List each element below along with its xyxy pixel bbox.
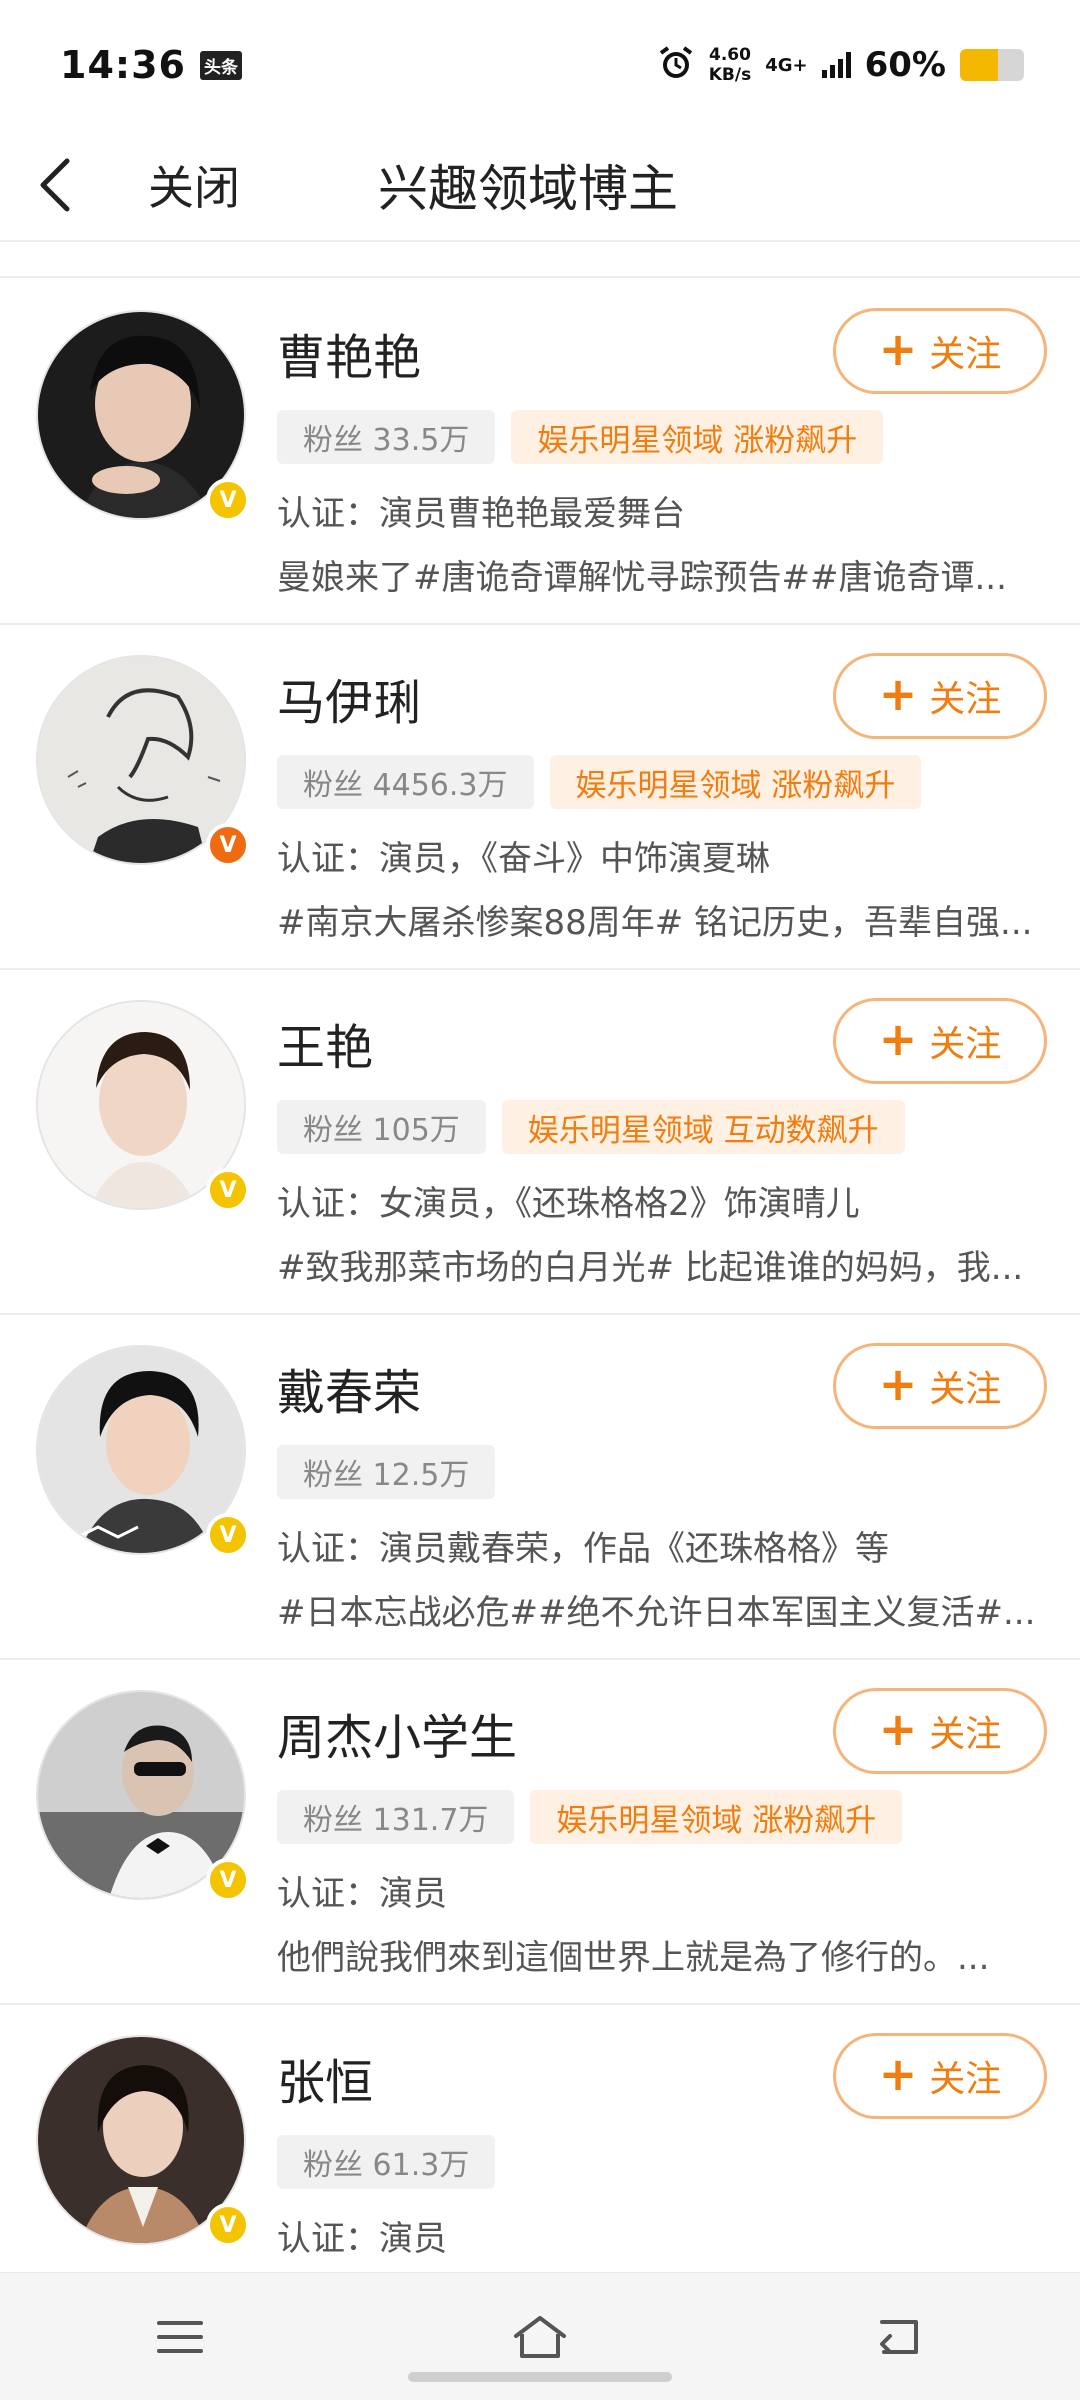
blogger-name[interactable]: 马伊琍 [277,663,421,733]
net-speed: 4.60 KB/s [708,45,752,85]
plus-icon: + [878,322,918,376]
fans-count-tag: 粉丝 61.3万 [277,2135,496,2189]
field-tag: 娱乐明星领域 涨粉飙升 [549,755,922,809]
status-time: 14:36 [60,43,186,87]
nav-bar: 关闭 兴趣领域博主 [0,130,1080,242]
verification-text: 认证：演员戴春荣，作品《还珠格格》等 [277,1529,889,1569]
follow-button[interactable]: + 关注 [833,2033,1047,2119]
verified-badge-icon: V [206,1168,250,1212]
verification-text: 认证：演员 [277,2219,447,2259]
fans-count-tag: 粉丝 33.5万 [277,410,496,464]
avatar[interactable]: V [36,655,250,867]
verification-text: 认证：演员，《奋斗》中饰演夏琳 [277,839,770,879]
fans-count-tag: 粉丝 105万 [277,1100,486,1154]
avatar[interactable]: V [36,1000,250,1212]
fans-count-tag: 粉丝 4456.3万 [277,755,534,809]
section-divider [0,244,1080,278]
blogger-name[interactable]: 周杰小学生 [277,1698,517,1768]
follow-button[interactable]: + 关注 [833,308,1047,394]
blogger-card[interactable]: V 周杰小学生 + 关注 粉丝 131.7万 娱乐明星领域 涨粉飙升 认证：演员… [0,1660,1080,2005]
latest-post-text: 他們說我們來到這個世界上就是為了修行的。... [277,1938,990,1978]
blogger-card[interactable]: V 戴春荣 + 关注 粉丝 12.5万 认证：演员戴春荣，作品《还珠格格》等 #… [0,1315,1080,1660]
fans-count-tag: 粉丝 12.5万 [277,1445,496,1499]
blogger-name[interactable]: 王艳 [277,1008,373,1078]
home-icon[interactable] [480,2292,600,2382]
menu-icon[interactable] [120,2292,240,2382]
blogger-name[interactable]: 戴春荣 [277,1353,421,1423]
app-notification-badge: 头条 [199,50,242,80]
home-indicator [408,2372,672,2382]
alarm-icon [657,44,695,86]
verification-text: 认证：演员曹艳艳最爱舞台 [277,494,685,534]
latest-post-text: #致我那菜市场的白月光# 比起谁谁的妈妈，我... [277,1248,1024,1288]
follow-button[interactable]: + 关注 [833,653,1047,739]
system-nav-bar [0,2272,1080,2400]
avatar[interactable]: V [36,1345,250,1557]
page-title: 兴趣领域博主 [378,160,678,218]
verified-badge-icon: V [206,823,250,867]
follow-button[interactable]: + 关注 [833,1688,1047,1774]
battery-icon [960,49,1024,81]
blogger-name[interactable]: 曹艳艳 [277,318,421,388]
blogger-card[interactable]: V 王艳 + 关注 粉丝 105万 娱乐明星领域 互动数飙升 认证：女演员，《还… [0,970,1080,1315]
field-tag: 娱乐明星领域 涨粉飙升 [530,1790,903,1844]
latest-post-text: #日本忘战必危##绝不允许日本军国主义复活#... [277,1593,1036,1633]
avatar[interactable]: V [36,310,250,522]
follow-button[interactable]: + 关注 [833,998,1047,1084]
verification-text: 认证：女演员，《还珠格格2》饰演晴儿 [277,1184,860,1224]
battery-percent: 60% [864,45,946,85]
follow-button[interactable]: + 关注 [833,1343,1047,1429]
plus-icon: + [878,1012,918,1066]
blogger-name[interactable]: 张恒 [277,2043,373,2113]
latest-post-text: #南京大屠杀惨案88周年# 铭记历史，吾辈自强... [277,903,1033,943]
signal-icon [821,52,851,78]
blogger-card[interactable]: V 曹艳艳 + 关注 粉丝 33.5万 娱乐明星领域 涨粉飙升 认证：演员曹艳艳… [0,280,1080,625]
field-tag: 娱乐明星领域 涨粉飙升 [511,410,884,464]
status-bar: 14:36 头条 4.60 KB/s 4G+ 60% [0,0,1080,130]
field-tag: 娱乐明星领域 互动数飙升 [501,1100,905,1154]
plus-icon: + [878,2047,918,2101]
verification-text: 认证：演员 [277,1874,447,1914]
blogger-card[interactable]: V 马伊琍 + 关注 粉丝 4456.3万 娱乐明星领域 涨粉飙升 认证：演员，… [0,625,1080,970]
avatar[interactable]: V [36,1690,250,1902]
plus-icon: + [878,1702,918,1756]
verified-badge-icon: V [206,478,250,522]
plus-icon: + [878,1357,918,1411]
avatar[interactable]: V [36,2035,250,2247]
network-type: 4G+ [765,54,808,76]
blogger-list: V 曹艳艳 + 关注 粉丝 33.5万 娱乐明星领域 涨粉飙升 认证：演员曹艳艳… [0,280,1080,2350]
verified-badge-icon: V [206,2203,250,2247]
fans-count-tag: 粉丝 131.7万 [277,1790,515,1844]
plus-icon: + [878,667,918,721]
close-button[interactable]: 关闭 [148,152,240,218]
verified-badge-icon: V [206,1513,250,1557]
chevron-left-icon[interactable] [0,129,110,241]
verified-badge-icon: V [206,1858,250,1902]
back-icon[interactable] [840,2292,960,2382]
latest-post-text: 曼娘来了#唐诡奇谭解忧寻踪预告##唐诡奇谭... [277,558,1007,598]
